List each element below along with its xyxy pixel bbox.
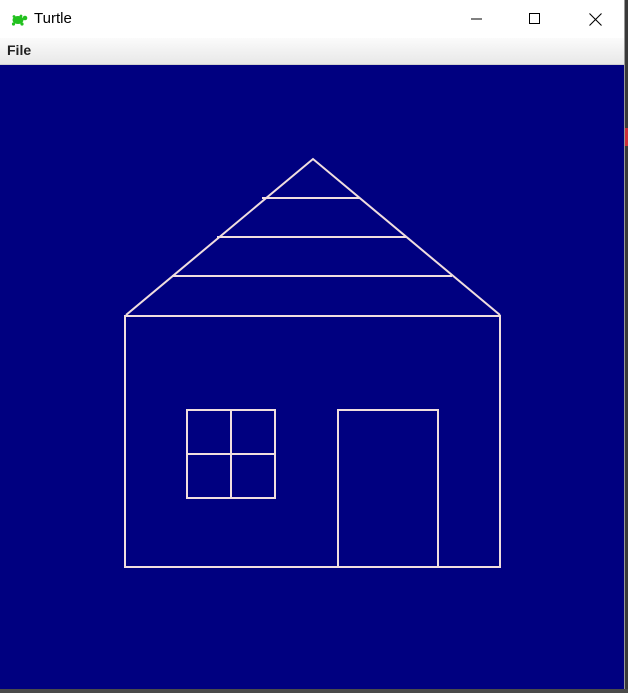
house-drawing (124, 157, 501, 568)
turtle-icon (10, 11, 28, 27)
house-wall (124, 315, 501, 568)
minimize-icon (471, 13, 483, 25)
taskbar-edge (0, 689, 628, 693)
title-bar[interactable]: Turtle (0, 0, 624, 38)
menu-bar: File (0, 38, 624, 65)
menu-file[interactable]: File (7, 42, 31, 58)
close-button[interactable] (566, 0, 624, 38)
maximize-button[interactable] (506, 0, 564, 38)
turtle-window: Turtle File (0, 0, 625, 689)
maximize-icon (529, 13, 541, 25)
minimize-button[interactable] (448, 0, 506, 38)
turtle-canvas[interactable] (0, 65, 624, 689)
house-door (337, 409, 439, 568)
window-title: Turtle (34, 10, 72, 27)
close-icon (588, 12, 602, 26)
